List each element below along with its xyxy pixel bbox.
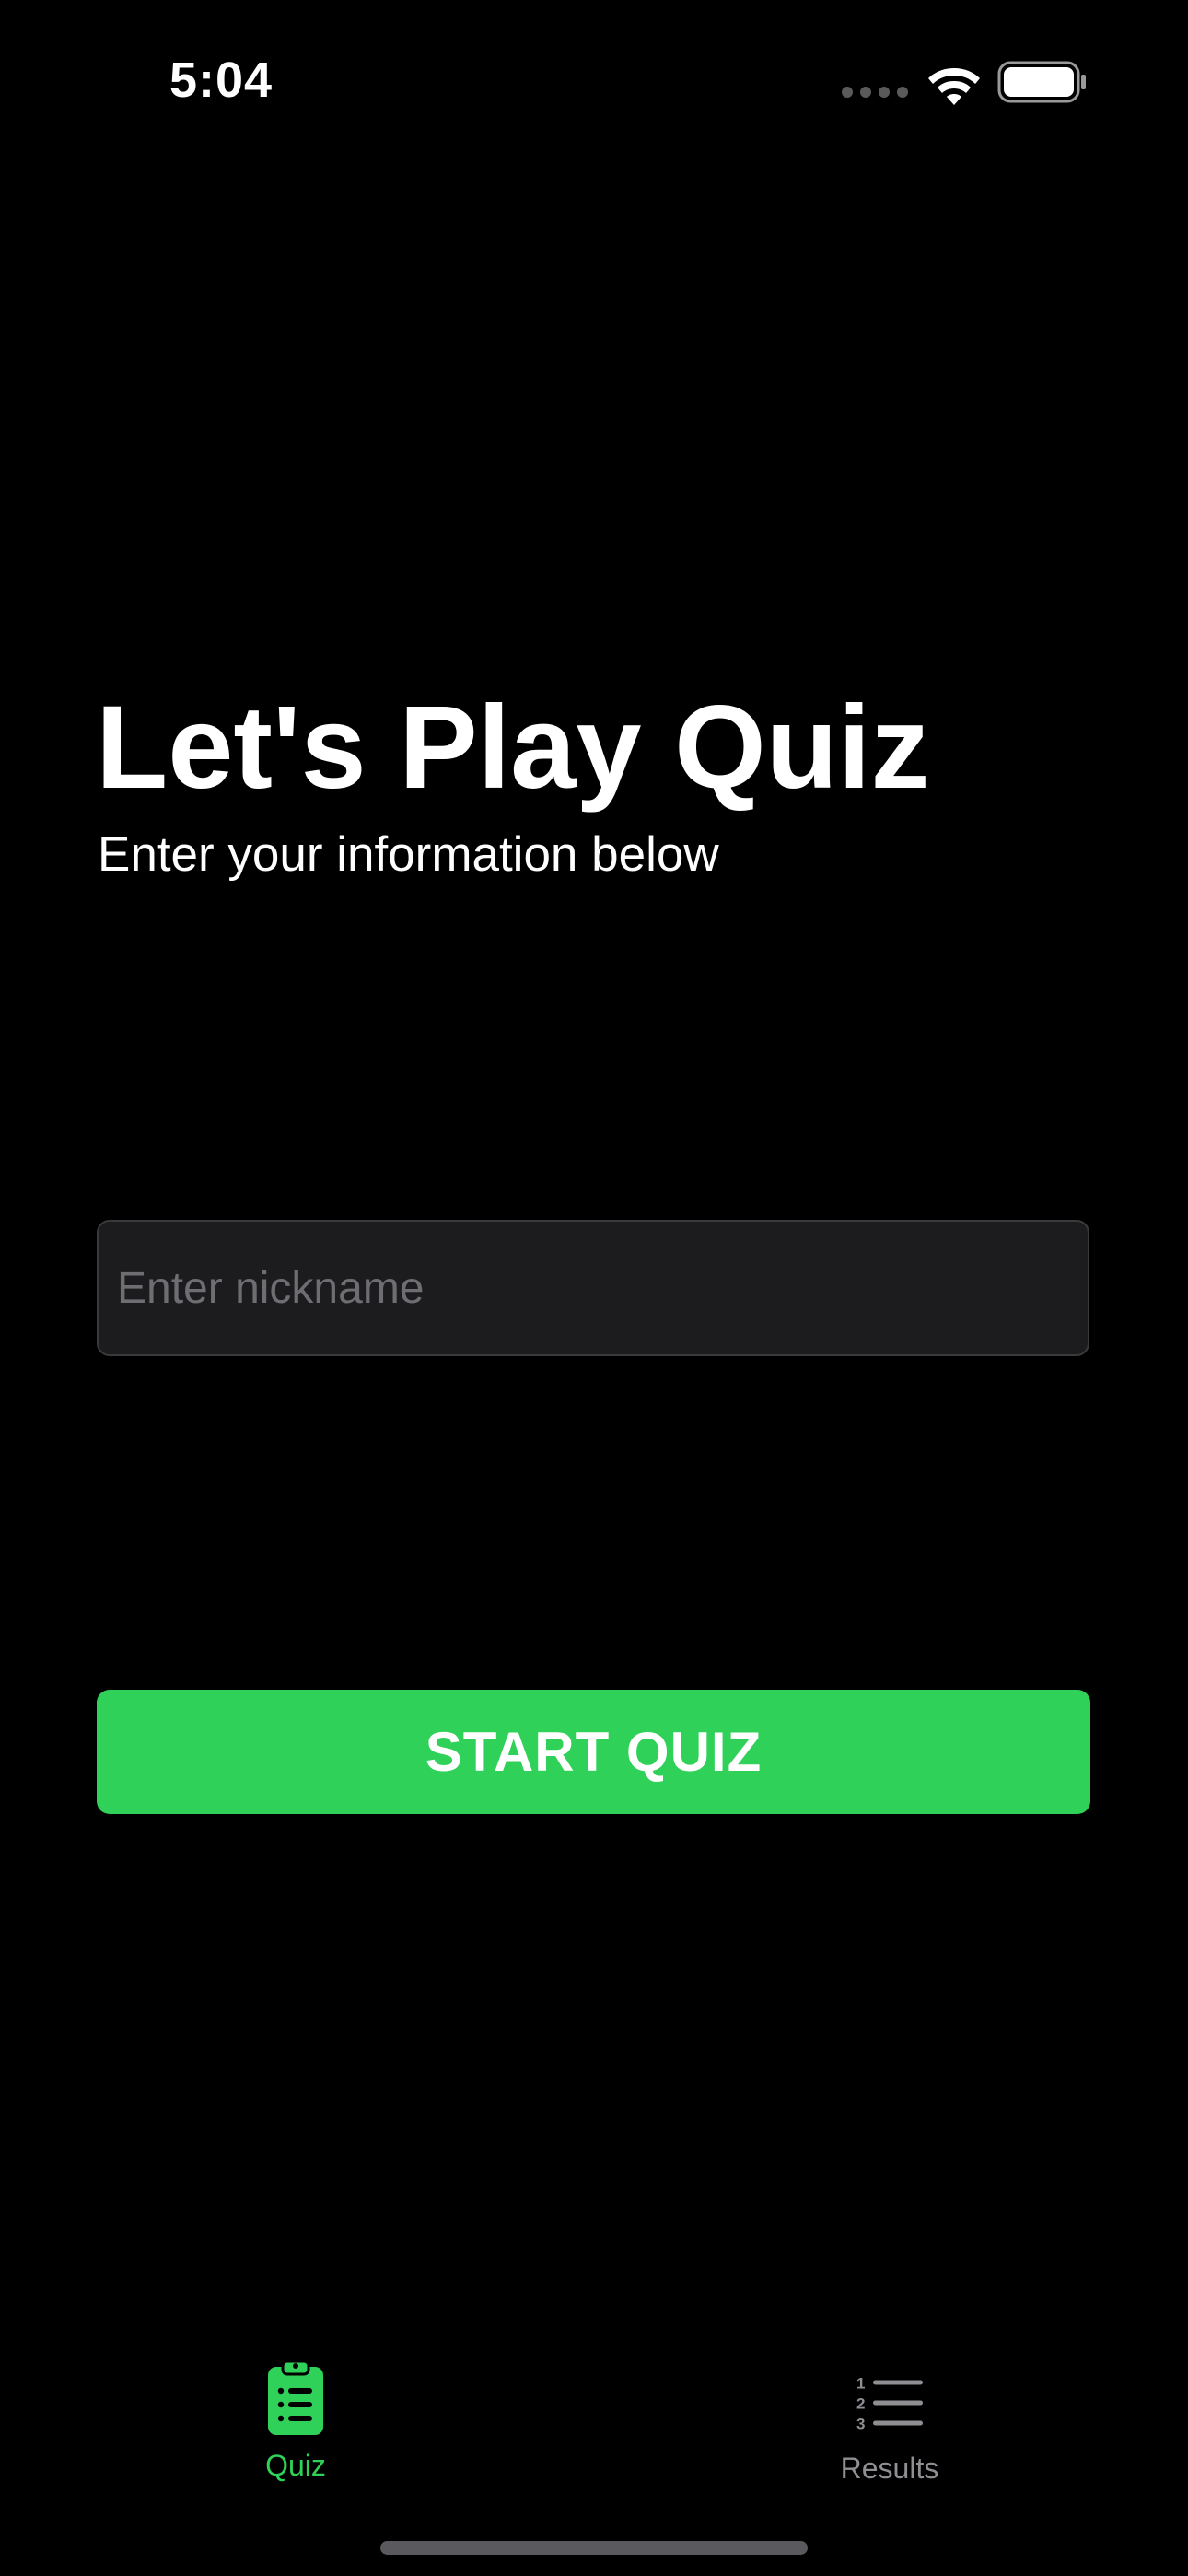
tab-quiz-label: Quiz (265, 2449, 326, 2482)
tab-quiz[interactable]: Quiz (157, 2357, 434, 2486)
status-icons (838, 55, 1087, 111)
clipboard-list-icon (268, 2359, 323, 2435)
status-time: 5:04 (169, 53, 274, 108)
numbered-list-icon: 1 2 3 (856, 2375, 923, 2433)
wifi-icon (928, 68, 980, 105)
tab-results[interactable]: 1 2 3 Results (751, 2357, 1028, 2486)
tab-results-label: Results (840, 2452, 939, 2485)
page-title: Let's Play Quiz (96, 682, 930, 814)
home-indicator[interactable] (380, 2541, 808, 2555)
svg-text:3: 3 (856, 2416, 865, 2433)
page-subtitle: Enter your information below (98, 827, 719, 882)
svg-text:1: 1 (856, 2375, 865, 2393)
nickname-input[interactable] (97, 1220, 1089, 1356)
battery-icon (997, 61, 1086, 103)
svg-text:2: 2 (856, 2395, 865, 2413)
start-quiz-button[interactable]: START QUIZ (97, 1690, 1090, 1814)
cellular-signal-icon (842, 87, 908, 98)
